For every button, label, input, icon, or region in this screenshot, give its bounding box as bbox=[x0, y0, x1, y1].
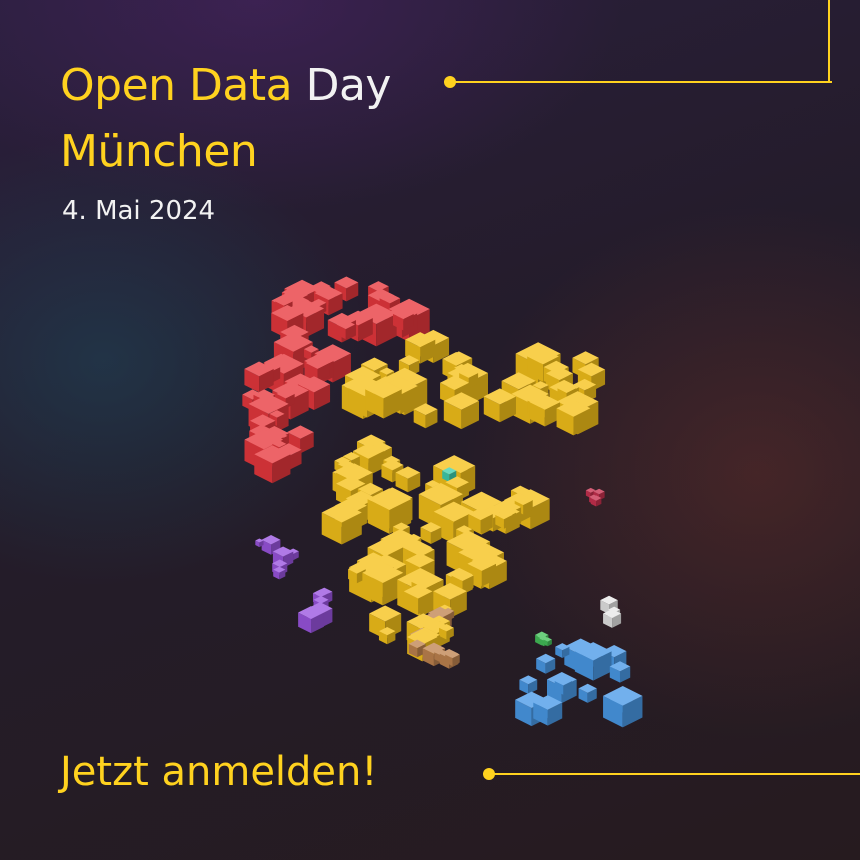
voxel-cube-cluster bbox=[242, 276, 643, 728]
event-poster: Open Data Day München 4. Mai 2024 Jetzt … bbox=[0, 0, 860, 860]
bottom-connector-line bbox=[490, 773, 860, 775]
register-now-link[interactable]: Jetzt anmelden! bbox=[60, 752, 377, 792]
